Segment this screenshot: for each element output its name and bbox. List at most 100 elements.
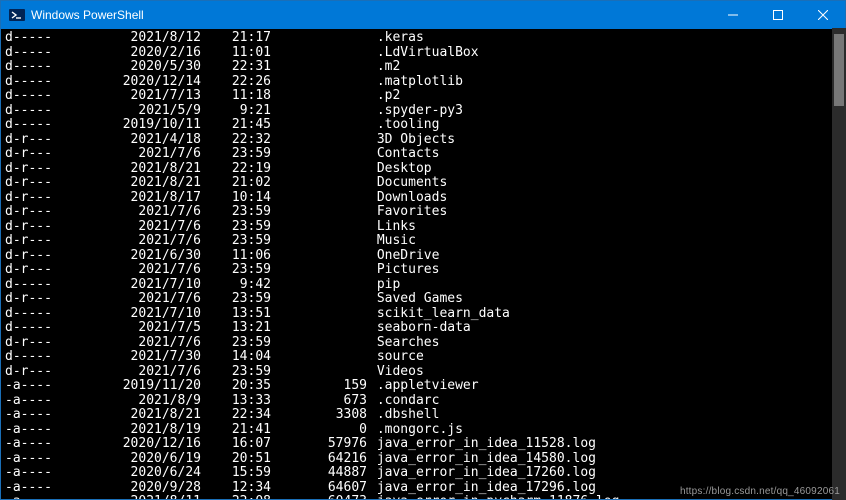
powershell-window: Windows PowerShell d-----2021/8/1221:17 … xyxy=(0,0,846,500)
col-date: 2020/6/19 xyxy=(91,452,201,467)
listing-row: d-r---2021/7/623:59 Music xyxy=(5,234,845,249)
col-name: Downloads xyxy=(367,191,447,206)
col-mode: d-r--- xyxy=(5,263,91,278)
col-date: 2021/8/21 xyxy=(91,176,201,191)
col-mode: d----- xyxy=(5,46,91,61)
col-time: 21:02 xyxy=(201,176,271,191)
col-time: 15:59 xyxy=(201,466,271,481)
col-mode: -a---- xyxy=(5,408,91,423)
powershell-icon xyxy=(9,7,25,23)
listing-row: d-----2021/7/3014:04 source xyxy=(5,350,845,365)
col-date: 2021/4/18 xyxy=(91,133,201,148)
col-mode: -a---- xyxy=(5,379,91,394)
col-mode: d----- xyxy=(5,60,91,75)
col-date: 2021/8/19 xyxy=(91,423,201,438)
col-mode: d----- xyxy=(5,321,91,336)
col-date: 2020/12/14 xyxy=(91,75,201,90)
listing-row: d-r---2021/7/623:59 Links xyxy=(5,220,845,235)
col-date: 2021/7/30 xyxy=(91,350,201,365)
col-name: source xyxy=(367,350,424,365)
col-date: 2020/6/24 xyxy=(91,466,201,481)
col-mode: -a---- xyxy=(5,437,91,452)
scrollbar[interactable] xyxy=(832,28,846,500)
col-mode: d-r--- xyxy=(5,205,91,220)
col-name: scikit_learn_data xyxy=(367,307,510,322)
listing-row: d-r---2021/7/623:59 Favorites xyxy=(5,205,845,220)
col-date: 2021/7/6 xyxy=(91,263,201,278)
col-date: 2021/7/6 xyxy=(91,336,201,351)
col-time: 12:34 xyxy=(201,481,271,496)
col-time: 14:04 xyxy=(201,350,271,365)
close-button[interactable] xyxy=(800,1,845,29)
col-name: .dbshell xyxy=(367,408,439,423)
listing-row: d-r---2021/4/1822:32 3D Objects xyxy=(5,133,845,148)
col-time: 11:01 xyxy=(201,46,271,61)
col-mode: -a---- xyxy=(5,394,91,409)
col-date: 2019/11/20 xyxy=(91,379,201,394)
col-name: .p2 xyxy=(367,89,400,104)
col-name: java_error_in_pycharm_11876.log xyxy=(367,495,619,499)
listing-row: -a----2020/12/1616:0757976 java_error_in… xyxy=(5,437,845,452)
col-mode: d----- xyxy=(5,104,91,119)
col-mode: d----- xyxy=(5,278,91,293)
col-mode: d-r--- xyxy=(5,249,91,264)
col-date: 2020/12/16 xyxy=(91,437,201,452)
col-time: 23:59 xyxy=(201,365,271,380)
col-date: 2021/8/21 xyxy=(91,162,201,177)
col-name: pip xyxy=(367,278,400,293)
listing-row: d-----2021/7/1311:18 .p2 xyxy=(5,89,845,104)
col-name: 3D Objects xyxy=(367,133,455,148)
col-time: 23:59 xyxy=(201,147,271,162)
col-name: .m2 xyxy=(367,60,400,75)
col-mode: d----- xyxy=(5,307,91,322)
col-name: .condarc xyxy=(367,394,439,409)
col-time: 13:51 xyxy=(201,307,271,322)
listing-row: d-r---2021/7/623:59 Searches xyxy=(5,336,845,351)
listing-row: -a----2021/8/1921:410 .mongorc.js xyxy=(5,423,845,438)
maximize-button[interactable] xyxy=(755,1,800,29)
col-mode: -a---- xyxy=(5,481,91,496)
col-time: 22:31 xyxy=(201,60,271,75)
col-mode: d----- xyxy=(5,31,91,46)
col-size: 673 xyxy=(271,394,367,409)
listing-row: d-----2021/5/99:21 .spyder-py3 xyxy=(5,104,845,119)
listing-row: d-r---2021/7/623:59 Saved Games xyxy=(5,292,845,307)
col-date: 2021/7/10 xyxy=(91,307,201,322)
col-time: 11:06 xyxy=(201,249,271,264)
col-size: 60473 xyxy=(271,495,367,499)
listing-row: d-----2021/7/109:42 pip xyxy=(5,278,845,293)
listing-row: d-r---2021/7/623:59 Pictures xyxy=(5,263,845,278)
listing-row: -a----2021/8/913:33673 .condarc xyxy=(5,394,845,409)
terminal-output[interactable]: d-----2021/8/1221:17 .kerasd-----2020/2/… xyxy=(1,29,845,499)
col-mode: d-r--- xyxy=(5,292,91,307)
col-size: 44887 xyxy=(271,466,367,481)
listing-row: d-----2021/8/1221:17 .keras xyxy=(5,31,845,46)
col-time: 21:41 xyxy=(201,423,271,438)
col-name: java_error_in_idea_17296.log xyxy=(367,481,596,496)
col-date: 2021/7/6 xyxy=(91,147,201,162)
listing-row: -a----2021/8/2122:343308 .dbshell xyxy=(5,408,845,423)
window-title: Windows PowerShell xyxy=(31,8,710,22)
col-mode: d-r--- xyxy=(5,191,91,206)
listing-row: d-r---2021/7/623:59 Contacts xyxy=(5,147,845,162)
col-mode: d-r--- xyxy=(5,176,91,191)
minimize-button[interactable] xyxy=(710,1,755,29)
col-mode: d----- xyxy=(5,89,91,104)
col-mode: -a---- xyxy=(5,495,91,499)
col-time: 11:18 xyxy=(201,89,271,104)
col-name: .appletviewer xyxy=(367,379,479,394)
col-time: 13:21 xyxy=(201,321,271,336)
col-name: java_error_in_idea_14580.log xyxy=(367,452,596,467)
col-name: .keras xyxy=(367,31,424,46)
scrollbar-thumb[interactable] xyxy=(834,34,844,106)
col-date: 2019/10/11 xyxy=(91,118,201,133)
listing-row: -a----2020/6/1920:5164216 java_error_in_… xyxy=(5,452,845,467)
col-date: 2021/5/9 xyxy=(91,104,201,119)
titlebar[interactable]: Windows PowerShell xyxy=(1,1,845,29)
col-time: 23:59 xyxy=(201,336,271,351)
listing-row: d-r---2021/7/623:59 Videos xyxy=(5,365,845,380)
col-size: 57976 xyxy=(271,437,367,452)
col-mode: d-r--- xyxy=(5,162,91,177)
col-time: 23:59 xyxy=(201,205,271,220)
col-time: 23:59 xyxy=(201,220,271,235)
